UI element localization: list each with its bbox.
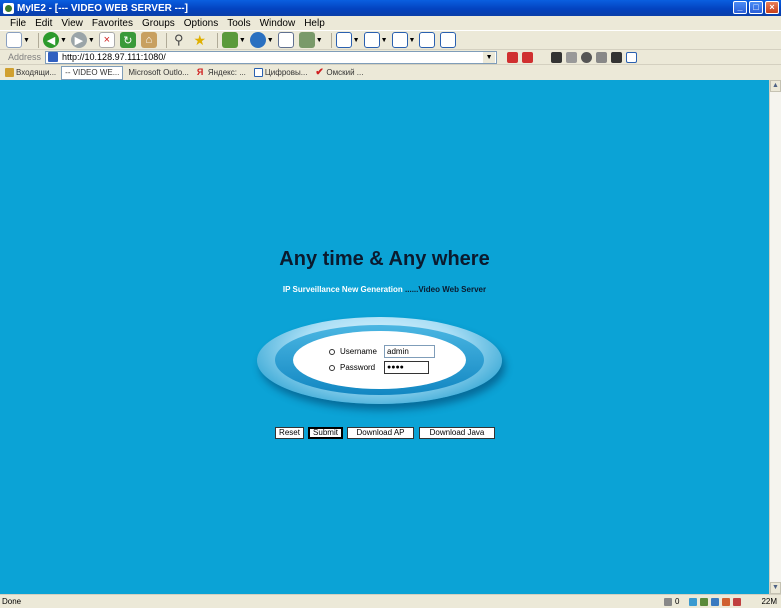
tab-inbox[interactable]: Входящи... bbox=[2, 66, 59, 80]
address-dropdown-icon[interactable]: ▼ bbox=[483, 51, 496, 63]
page-icon bbox=[48, 52, 59, 62]
edit-icon[interactable] bbox=[440, 32, 457, 48]
yandex-icon: Я bbox=[196, 67, 204, 77]
close-page-icon[interactable] bbox=[507, 51, 519, 63]
tab-outlook[interactable]: Microsoft Outlo... bbox=[125, 66, 191, 80]
tab-yandex[interactable]: Я Яндекс: ... bbox=[194, 66, 249, 80]
globe-icon[interactable] bbox=[249, 32, 266, 48]
mail-icon bbox=[5, 68, 14, 77]
flash-icon[interactable] bbox=[551, 51, 563, 63]
tab-video-web-server[interactable]: -- VIDEO WE... bbox=[61, 65, 124, 80]
download-java-button[interactable]: Download Java bbox=[419, 427, 495, 439]
password-row: Password ●●●● bbox=[329, 361, 429, 374]
page-subtitle: IP Surveillance New Generation ......Vid… bbox=[0, 285, 769, 294]
image-toggle-icon[interactable] bbox=[711, 597, 720, 606]
tab-omsk[interactable]: ✔ Омский ... bbox=[312, 66, 366, 80]
layout-icon[interactable] bbox=[363, 32, 380, 48]
pen-icon[interactable] bbox=[596, 51, 608, 63]
address-input[interactable]: http://10.128.97.111:1080/ ▼ bbox=[45, 50, 498, 64]
home-icon[interactable]: ⌂ bbox=[140, 32, 157, 48]
address-label: Address bbox=[8, 52, 42, 62]
subtitle-part2: ......Video Web Server bbox=[402, 285, 487, 294]
title-bar: MyIE2 - [--- VIDEO WEB SERVER ---] _ □ × bbox=[0, 0, 781, 16]
checkmark-icon: ✔ bbox=[315, 67, 324, 78]
download-ap-button[interactable]: Download AP bbox=[347, 427, 414, 439]
vertical-scrollbar[interactable]: ▲ ▼ bbox=[769, 80, 781, 594]
myie2-app-icon bbox=[3, 2, 14, 14]
tabs-bar: Входящи... -- VIDEO WE... Microsoft Outl… bbox=[0, 64, 781, 80]
reset-button[interactable]: Reset bbox=[275, 427, 304, 439]
search-icon[interactable]: ⚲ bbox=[171, 32, 187, 48]
password-label: Password bbox=[340, 363, 376, 372]
script-toggle-icon[interactable] bbox=[722, 597, 731, 606]
status-text: Done bbox=[2, 597, 22, 606]
tab-digital[interactable]: Цифровы... bbox=[251, 66, 311, 80]
close-button[interactable]: × bbox=[765, 1, 779, 14]
window-icon[interactable] bbox=[626, 51, 638, 63]
refresh-icon[interactable]: ↻ bbox=[119, 32, 136, 48]
username-row: Username admin bbox=[329, 345, 435, 358]
submit-button[interactable]: Submit bbox=[308, 427, 343, 439]
address-url: http://10.128.97.111:1080/ bbox=[62, 52, 166, 62]
groups-icon[interactable] bbox=[221, 32, 238, 48]
address-bar: Address http://10.128.97.111:1080/ ▼ bbox=[0, 49, 781, 64]
stop-icon[interactable]: × bbox=[98, 32, 115, 48]
new-page-icon[interactable] bbox=[6, 32, 22, 48]
download-manager-icon[interactable] bbox=[663, 597, 672, 606]
bullet-icon bbox=[329, 364, 335, 371]
username-input[interactable]: admin bbox=[384, 345, 435, 358]
link-icon[interactable] bbox=[566, 51, 578, 63]
favorites-icon[interactable]: ★ bbox=[192, 32, 208, 48]
forward-icon[interactable]: ▶ bbox=[70, 32, 87, 48]
close-all-icon[interactable] bbox=[522, 51, 534, 63]
undo-icon[interactable] bbox=[335, 32, 352, 48]
tile-icon[interactable] bbox=[391, 32, 408, 48]
memory-usage: 22M bbox=[761, 597, 777, 606]
scroll-down-icon[interactable]: ▼ bbox=[770, 582, 781, 594]
status-count: 0 bbox=[674, 597, 680, 606]
menu-edit[interactable]: Edit bbox=[35, 18, 52, 29]
popup-blocker-icon[interactable] bbox=[689, 597, 698, 606]
window-title: MyIE2 - [--- VIDEO WEB SERVER ---] bbox=[17, 2, 188, 14]
settings-icon[interactable] bbox=[733, 597, 742, 606]
proxy-icon[interactable] bbox=[700, 597, 709, 606]
minimize-button[interactable]: _ bbox=[733, 1, 747, 14]
page-headline: Any time & Any where bbox=[279, 248, 490, 270]
maximize-button[interactable]: □ bbox=[749, 1, 763, 14]
menu-options[interactable]: Options bbox=[184, 18, 218, 29]
menu-window[interactable]: Window bbox=[260, 18, 296, 29]
menu-file[interactable]: File bbox=[10, 18, 26, 29]
toolbar: ▼ ◀ ▼ ▶ ▼ × ↻ ⌂ ⚲ ★ ▼ ▼ ▼ ▼ ▼ ▼ bbox=[0, 30, 781, 49]
compass-icon[interactable] bbox=[581, 51, 593, 63]
menu-tools[interactable]: Tools bbox=[227, 18, 250, 29]
close-tab-icon[interactable] bbox=[419, 32, 436, 48]
menu-favorites[interactable]: Favorites bbox=[92, 18, 133, 29]
page-icon bbox=[253, 68, 263, 77]
channel-icon[interactable] bbox=[277, 32, 294, 48]
back-icon[interactable]: ◀ bbox=[42, 32, 59, 48]
up-icon[interactable] bbox=[611, 51, 623, 63]
menu-bar: File Edit View Favorites Groups Options … bbox=[0, 16, 781, 30]
username-label: Username bbox=[340, 347, 377, 356]
subtitle-part1: IP Surveillance New Generation bbox=[282, 285, 403, 294]
scroll-up-icon[interactable]: ▲ bbox=[770, 80, 781, 92]
menu-groups[interactable]: Groups bbox=[142, 18, 175, 29]
bullet-icon bbox=[329, 348, 335, 355]
status-bar: Done 0 22M bbox=[0, 594, 781, 608]
menu-help[interactable]: Help bbox=[304, 18, 325, 29]
view-icon[interactable] bbox=[298, 32, 315, 48]
password-input[interactable]: ●●●● bbox=[384, 361, 429, 374]
menu-view[interactable]: View bbox=[61, 18, 83, 29]
page-content: Any time & Any where IP Surveillance New… bbox=[0, 80, 769, 594]
